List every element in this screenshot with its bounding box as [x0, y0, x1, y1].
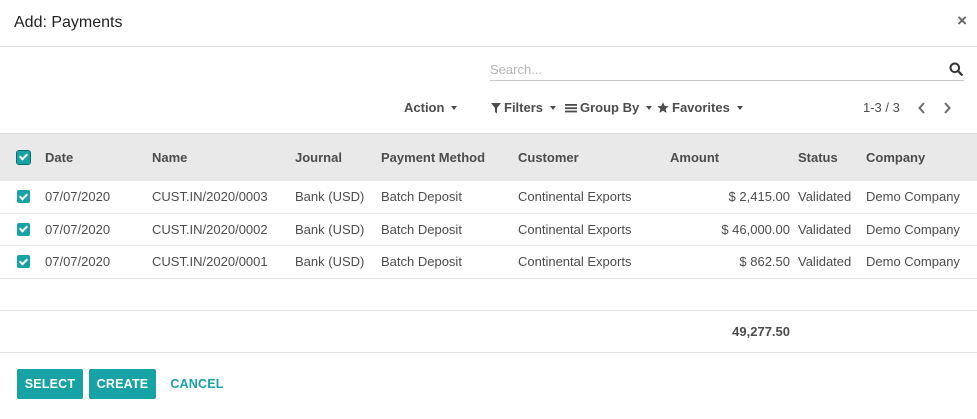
- cell-journal: Bank (USD): [295, 213, 381, 246]
- modal-header: Add: Payments ×: [0, 0, 977, 47]
- column-header-amount[interactable]: Amount: [670, 133, 794, 181]
- row-select-cell: [0, 180, 40, 214]
- favorites-dropdown[interactable]: Favorites: [657, 100, 743, 116]
- row-checkbox[interactable]: [17, 190, 30, 203]
- modal-title: Add: Payments: [14, 14, 123, 31]
- cell-name: CUST.IN/2020/0002: [152, 213, 295, 246]
- cell-name: CUST.IN/2020/0001: [152, 245, 295, 279]
- filters-label: Filters: [504, 100, 544, 115]
- payments-table: Date Name Journal Payment Method Custome…: [0, 133, 977, 353]
- search-box: [490, 57, 964, 81]
- row-select-cell: [0, 245, 40, 279]
- favorites-label: Favorites: [672, 100, 730, 115]
- column-header-date[interactable]: Date: [40, 133, 152, 181]
- table-footer-row: 49,277.50: [0, 310, 977, 353]
- row-checkbox[interactable]: [17, 255, 30, 269]
- chevron-right-icon[interactable]: [940, 100, 954, 116]
- pager-value[interactable]: 1-3 / 3: [863, 100, 900, 116]
- cell-journal: Bank (USD): [295, 180, 381, 214]
- empty-row: [0, 278, 977, 311]
- cell-amount: $ 2,415.00: [670, 180, 794, 214]
- cell-journal: Bank (USD): [295, 245, 381, 279]
- cell-amount: $ 46,000.00: [670, 213, 794, 246]
- select-all-cell: [0, 133, 40, 181]
- column-header-status[interactable]: Status: [794, 133, 866, 181]
- total-amount: 49,277.50: [670, 310, 794, 353]
- footer-cell: [0, 310, 40, 353]
- caret-down-icon: [646, 106, 653, 110]
- filter-icon: [491, 102, 501, 113]
- cell-payment-method: Batch Deposit: [381, 245, 518, 279]
- footer-cell: [866, 310, 977, 353]
- row-select-cell: [0, 213, 40, 246]
- group-by-label: Group By: [580, 100, 640, 115]
- cell-customer: Continental Exports: [518, 245, 670, 279]
- empty-cell: [0, 278, 977, 311]
- footer-cell: [794, 310, 866, 353]
- select-button[interactable]: SELECT: [17, 369, 83, 399]
- table-header-row: Date Name Journal Payment Method Custome…: [0, 133, 977, 181]
- cell-name: CUST.IN/2020/0003: [152, 180, 295, 214]
- column-header-journal[interactable]: Journal: [295, 133, 381, 181]
- column-header-company[interactable]: Company: [866, 133, 977, 181]
- cell-status: Validated: [794, 213, 866, 246]
- search-input[interactable]: [490, 59, 930, 79]
- cell-date: 07/07/2020: [40, 213, 152, 246]
- group-by-dropdown[interactable]: Group By: [565, 100, 653, 116]
- cell-payment-method: Batch Deposit: [381, 213, 518, 246]
- cell-date: 07/07/2020: [40, 180, 152, 214]
- table-row[interactable]: 07/07/2020 CUST.IN/2020/0001 Bank (USD) …: [0, 245, 977, 279]
- footer-cell: [152, 310, 295, 353]
- cell-status: Validated: [794, 245, 866, 279]
- caret-down-icon: [451, 106, 458, 110]
- action-label: Action: [404, 100, 445, 115]
- chevron-left-icon[interactable]: [915, 100, 929, 116]
- column-header-customer[interactable]: Customer: [518, 133, 670, 181]
- close-icon[interactable]: ×: [957, 12, 967, 30]
- filters-dropdown[interactable]: Filters: [491, 100, 557, 116]
- action-dropdown[interactable]: Action: [404, 100, 458, 116]
- footer-cell: [381, 310, 518, 353]
- list-icon: [565, 104, 577, 113]
- cell-payment-method: Batch Deposit: [381, 180, 518, 214]
- footer-cell: [40, 310, 152, 353]
- caret-down-icon: [550, 106, 557, 110]
- table-row[interactable]: 07/07/2020 CUST.IN/2020/0002 Bank (USD) …: [0, 213, 977, 246]
- select-all-checkbox[interactable]: [16, 149, 31, 165]
- cell-amount: $ 862.50: [670, 245, 794, 279]
- cell-date: 07/07/2020: [40, 245, 152, 279]
- cell-company: Demo Company: [866, 245, 977, 279]
- cell-customer: Continental Exports: [518, 180, 670, 214]
- search-icon[interactable]: [949, 62, 963, 76]
- cell-company: Demo Company: [866, 213, 977, 246]
- table-row[interactable]: 07/07/2020 CUST.IN/2020/0003 Bank (USD) …: [0, 180, 977, 214]
- column-header-name[interactable]: Name: [152, 133, 295, 181]
- cell-company: Demo Company: [866, 180, 977, 214]
- cell-status: Validated: [794, 180, 866, 214]
- caret-down-icon: [736, 106, 743, 110]
- column-header-payment-method[interactable]: Payment Method: [381, 133, 518, 181]
- star-icon: [657, 102, 669, 113]
- footer-cell: [518, 310, 670, 353]
- cancel-button[interactable]: CANCEL: [163, 369, 231, 399]
- create-button[interactable]: CREATE: [89, 369, 156, 399]
- cell-customer: Continental Exports: [518, 213, 670, 246]
- row-checkbox[interactable]: [17, 222, 30, 236]
- footer-cell: [295, 310, 381, 353]
